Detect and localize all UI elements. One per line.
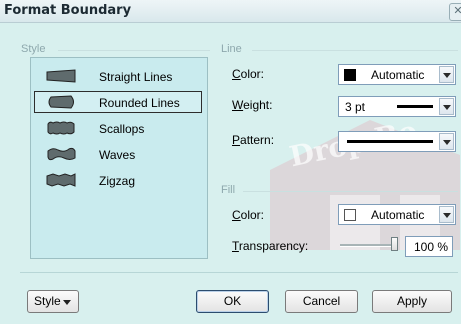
- waves-icon: [47, 147, 76, 161]
- fill-group-label: Fill: [221, 184, 236, 196]
- line-color-value: Automatic: [371, 68, 425, 82]
- style-menu-button[interactable]: Style: [27, 290, 79, 313]
- transparency-label: Transparency:: [232, 239, 309, 253]
- style-item-waves[interactable]: Waves: [34, 143, 202, 165]
- style-item-scallops[interactable]: Scallops: [34, 117, 202, 139]
- ok-button[interactable]: OK: [196, 290, 269, 313]
- cancel-button[interactable]: Cancel: [285, 290, 358, 313]
- line-color-dropdown[interactable]: Automatic: [338, 64, 456, 85]
- line-color-label: Color:: [232, 67, 265, 81]
- fill-color-dropdown[interactable]: Automatic: [338, 204, 456, 225]
- zigzag-icon: [46, 173, 76, 187]
- chevron-down-icon[interactable]: [439, 206, 454, 223]
- transparency-slider-thumb[interactable]: [391, 237, 398, 251]
- style-button-label: Style: [34, 294, 61, 308]
- chevron-down-icon: [63, 300, 71, 305]
- style-item-label: Waves: [99, 148, 136, 162]
- style-item-label: Zigzag: [99, 174, 136, 188]
- line-weight-value: 3 pt: [345, 100, 366, 114]
- transparency-value: 100 %: [413, 240, 448, 254]
- style-list[interactable]: Straight Lines Rounded Lines Scallops Wa…: [30, 57, 208, 259]
- window-title: Format Boundary: [4, 3, 132, 18]
- style-item-straight-lines[interactable]: Straight Lines: [34, 65, 202, 87]
- straight-lines-icon: [46, 69, 76, 83]
- fill-color-label: Color:: [232, 208, 265, 222]
- rounded-lines-icon: [48, 95, 74, 109]
- fill-color-value: Automatic: [371, 208, 425, 222]
- line-color-swatch: [344, 69, 356, 81]
- chevron-down-icon[interactable]: [439, 133, 454, 150]
- style-group-divider: [58, 50, 210, 51]
- style-item-rounded-lines[interactable]: Rounded Lines: [34, 91, 202, 113]
- chevron-down-icon[interactable]: [439, 66, 454, 83]
- style-item-label: Rounded Lines: [99, 96, 180, 110]
- line-group-divider: [252, 50, 458, 51]
- chevron-down-icon[interactable]: [439, 98, 454, 115]
- apply-button-label: Apply: [396, 294, 428, 308]
- line-pattern-preview: [347, 140, 433, 143]
- watermark-logo: Drop Bo: [270, 114, 460, 250]
- line-pattern-dropdown[interactable]: [338, 131, 456, 152]
- close-icon: ✕: [453, 5, 461, 17]
- fill-color-swatch: [344, 209, 356, 221]
- ok-button-label: OK: [223, 294, 242, 308]
- style-item-label: Scallops: [99, 122, 145, 136]
- style-group-label: Style: [21, 43, 46, 55]
- title-bar: Format Boundary ✕: [0, 0, 461, 23]
- apply-button[interactable]: Apply: [372, 290, 452, 313]
- line-pattern-label: Pattern:: [232, 133, 275, 147]
- bottom-divider: [20, 272, 458, 273]
- line-weight-preview: [397, 105, 433, 108]
- style-item-label: Straight Lines: [99, 70, 173, 84]
- style-item-zigzag[interactable]: Zigzag: [34, 169, 202, 191]
- fill-group-divider: [243, 191, 458, 192]
- close-button[interactable]: ✕: [449, 3, 461, 21]
- line-group-label: Line: [221, 43, 242, 55]
- transparency-slider-track[interactable]: [340, 244, 398, 247]
- scallops-icon: [47, 121, 75, 135]
- cancel-button-label: Cancel: [302, 294, 341, 308]
- line-weight-label: Weight:: [232, 98, 273, 112]
- line-weight-dropdown[interactable]: 3 pt: [338, 96, 456, 117]
- transparency-input[interactable]: 100 %: [405, 236, 453, 257]
